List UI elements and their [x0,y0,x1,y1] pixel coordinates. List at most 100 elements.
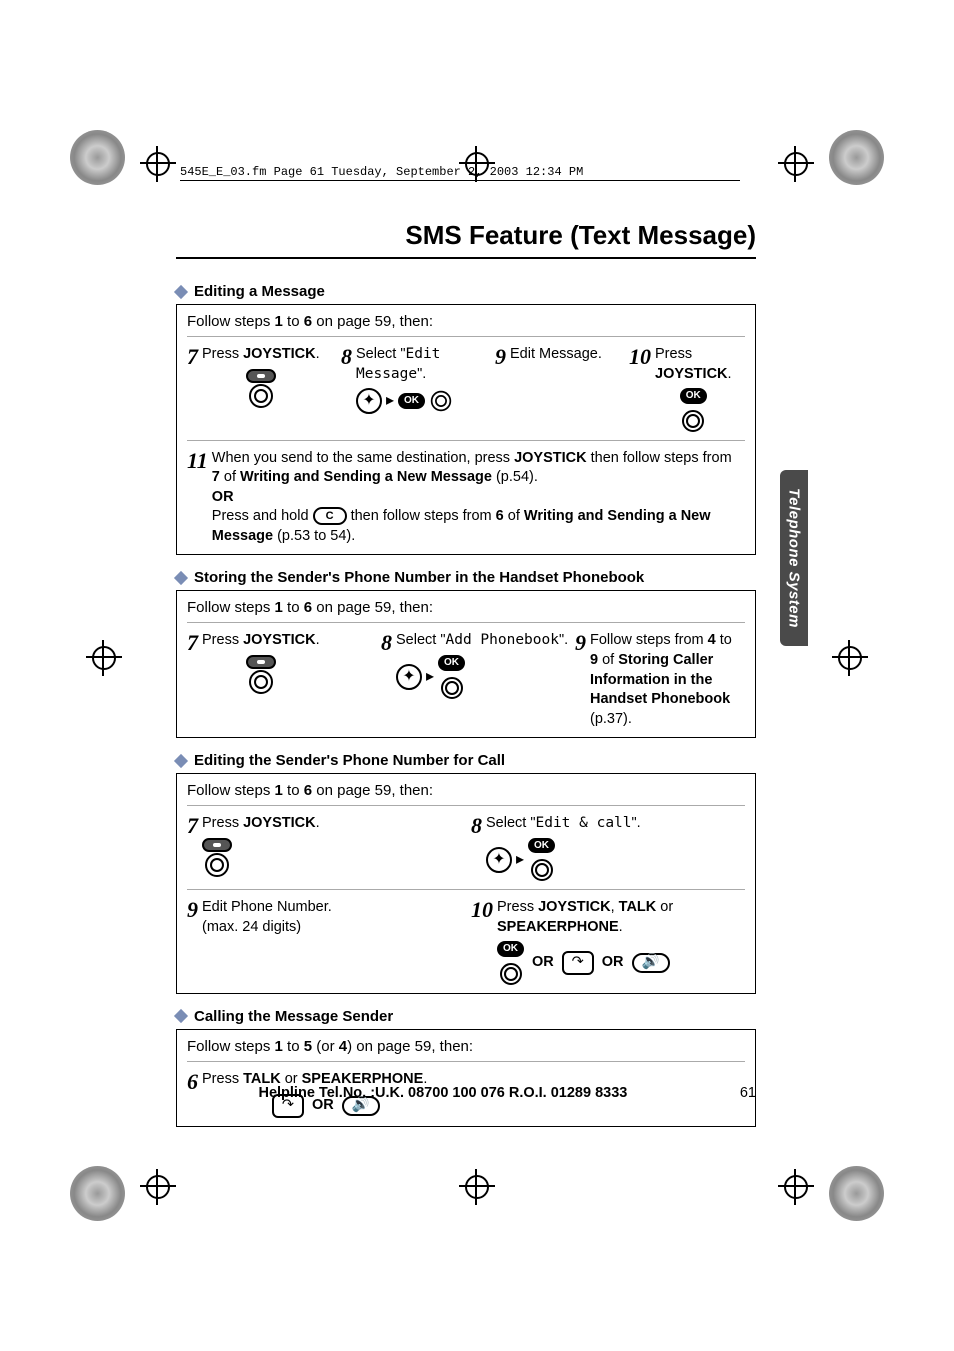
ok-button-icon: OK [438,655,465,671]
section-header-editing-message: Editing a Message [176,283,756,300]
joystick-icon [500,963,522,985]
txt: Press [655,346,692,362]
txt: (p.37). [590,711,632,727]
txt: Add Phonebook [445,632,559,648]
step-num: 8 [341,345,352,368]
txt: or [656,899,673,915]
step-num: 10 [629,345,651,368]
step-7: 7 Press JOYSTICK. [187,631,377,694]
txt: JOYSTICK [655,366,728,382]
txt: Press [497,899,538,915]
txt: Follow steps [187,599,275,616]
diamond-icon [174,754,188,768]
navigate-icon [356,388,382,414]
txt: of [598,652,618,668]
speakerphone-button-icon: 🔊 [632,953,670,973]
section-box: Follow steps 1 to 6 on page 59, then: 7 … [176,773,756,994]
txt: Press [202,815,243,831]
step-7: 7 Press JOYSTICK. [187,345,337,408]
joystick-icon [531,859,553,881]
crop-mark-icon [70,130,125,185]
txt: OR [212,489,234,505]
step-num: 11 [187,449,208,472]
txt: JOYSTICK [243,815,316,831]
txt: (p.54). [492,469,538,485]
txt: (max. 24 digits) [202,918,332,938]
txt: 7 [212,469,220,485]
divider [187,889,745,890]
txt: 6 [304,599,312,616]
section-box: Follow steps 1 to 6 on page 59, then: 7 … [176,304,756,555]
txt: to [283,599,304,616]
txt: . [619,919,623,935]
step-num: 9 [187,898,198,921]
joystick-icon [246,655,276,694]
txt: SPEAKERPHONE [497,919,619,935]
section-tab: Telephone System [780,470,808,646]
ok-button-icon: OK [528,838,555,854]
txt: 6 [304,782,312,799]
txt: Follow steps [187,313,275,330]
ok-button-icon: OK [398,393,425,409]
txt: . [728,366,732,382]
txt: , [611,899,619,915]
txt: 1 [275,1038,283,1055]
register-mark-icon [832,640,868,676]
txt: to [283,313,304,330]
txt: 1 [275,782,283,799]
crop-mark-icon [70,1166,125,1221]
txt: Select " [396,632,445,648]
helpline-text: Helpline Tel.No. :U.K. 08700 100 076 R.O… [176,1085,710,1101]
divider [187,440,745,441]
txt: on page 59, then: [312,313,433,330]
step-10: 10 Press JOYSTICK. OK [629,345,729,432]
joystick-icon [246,369,276,408]
section-header-editing-number: Editing the Sender's Phone Number for Ca… [176,752,756,769]
page-meta: 545E_E_03.fm Page 61 Tuesday, September … [180,165,740,181]
step-num: 7 [187,814,198,837]
crop-mark-icon [829,130,884,185]
txt: to [283,1038,304,1055]
register-mark-icon [140,1169,176,1205]
txt: 9 [590,652,598,668]
txt: then follow steps from [587,450,732,466]
txt: Writing and Sending a New Message [240,469,492,485]
joystick-icon [682,410,704,432]
txt: Press [202,346,243,362]
step-num: 7 [187,345,198,368]
txt: then follow steps from [347,508,496,524]
txt: to [716,632,732,648]
step-7: 7 Press JOYSTICK. [187,814,467,877]
joystick-icon [202,838,232,877]
step-9: 9 Follow steps from 4 to 9 of Storing Ca… [575,631,735,729]
txt: Edit & call [535,815,631,831]
arrow-right-icon: ▸ [426,666,434,688]
txt: 6 [304,313,312,330]
diamond-icon [174,571,188,585]
txt: (p.53 to 54). [273,528,355,544]
step-9: 9 Edit Phone Number. (max. 24 digits) [187,898,467,937]
txt: 1 [275,599,283,616]
txt: Follow steps [187,1038,275,1055]
section-header-text: Storing the Sender's Phone Number in the… [194,569,644,586]
navigate-icon [486,847,512,873]
txt: Press and hold [212,508,313,524]
diamond-icon [174,1009,188,1023]
txt: ) on page 59, then: [347,1038,473,1055]
section-header-calling-sender: Calling the Message Sender [176,1008,756,1025]
talk-button-icon: ↷ [562,951,594,975]
section-box: Follow steps 1 to 5 (or 4) on page 59, t… [176,1029,756,1127]
crop-mark-icon [829,1166,884,1221]
txt: of [220,469,240,485]
txt: Select " [486,815,535,831]
meta-text: 545E_E_03.fm Page 61 Tuesday, September … [180,165,740,181]
joystick-icon [441,677,463,699]
txt: . [316,346,320,362]
txt: on page 59, then: [312,599,433,616]
txt: Select " [356,346,405,362]
step-num: 8 [471,814,482,837]
step-8: 8 Select "Edit & call". ▸ OK [471,814,731,881]
step-num: 9 [495,345,506,368]
step-8: 8 Select "Add Phonebook". ▸ OK [381,631,571,698]
txt: JOYSTICK [243,632,316,648]
